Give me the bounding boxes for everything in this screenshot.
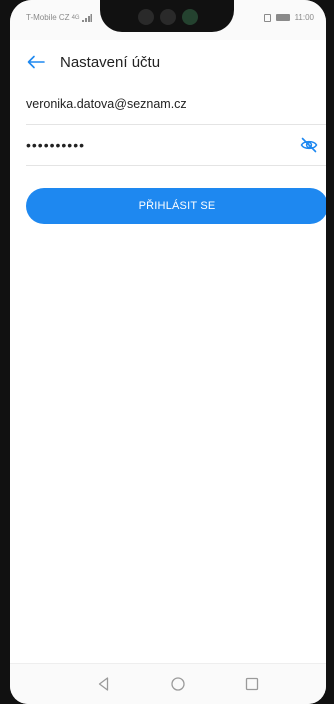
status-left: T-Mobile CZ 4G <box>26 13 92 22</box>
email-row <box>26 84 326 125</box>
camera-icon <box>160 9 176 25</box>
login-button[interactable]: PŘIHLÁSIT SE <box>26 188 326 224</box>
page-title: Nastavení účtu <box>60 53 161 71</box>
sim-icon <box>263 13 271 22</box>
triangle-back-icon[interactable] <box>94 674 114 694</box>
carrier-label: T-Mobile CZ <box>26 13 70 22</box>
eye-off-icon[interactable] <box>300 137 318 153</box>
camera-icon <box>138 9 154 25</box>
circle-home-icon[interactable] <box>168 674 188 694</box>
login-form: PŘIHLÁSIT SE <box>26 84 326 224</box>
status-bar: T-Mobile CZ 4G 11:00 <box>10 0 326 40</box>
email-field[interactable] <box>26 97 276 111</box>
phone-frame: T-Mobile CZ 4G 11:00 Nastavení účtu vero… <box>0 0 334 704</box>
navigation-bar <box>10 663 326 704</box>
camera-notch <box>100 0 234 32</box>
clock: 11:00 <box>294 13 314 22</box>
signal-icon <box>81 13 92 22</box>
screen: T-Mobile CZ 4G 11:00 Nastavení účtu vero… <box>10 0 326 704</box>
network-label: 4G <box>71 14 80 21</box>
arrow-left-icon <box>27 55 45 69</box>
square-recents-icon[interactable] <box>242 674 262 694</box>
app-bar: Nastavení účtu <box>10 40 326 84</box>
status-right: 11:00 <box>263 13 314 22</box>
back-button[interactable] <box>16 42 56 82</box>
password-row <box>26 125 326 166</box>
sensor-icon <box>182 9 198 25</box>
battery-icon <box>275 14 290 21</box>
password-field[interactable] <box>26 137 276 153</box>
